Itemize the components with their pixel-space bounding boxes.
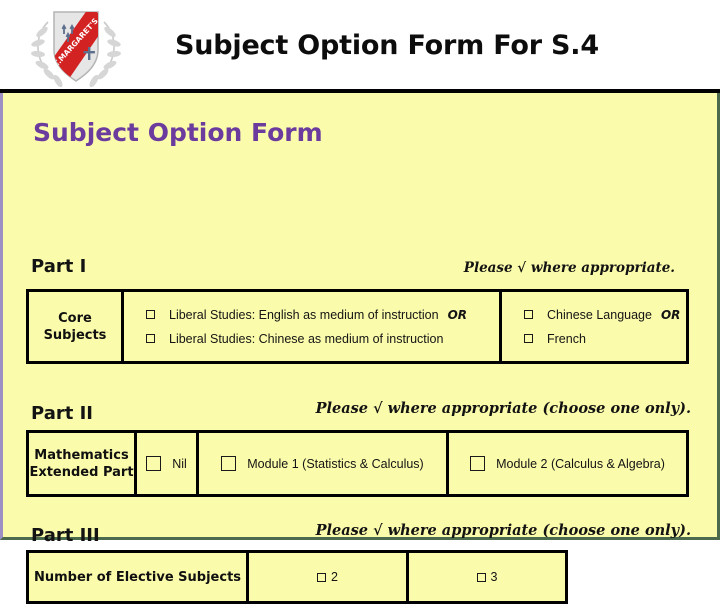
part-1-row-header-line1: Core bbox=[58, 310, 92, 326]
part-2-row-header-line1: Mathematics bbox=[34, 447, 129, 463]
option-math-ext-module-2[interactable]: Module 2 (Calculus & Algebra) bbox=[446, 433, 686, 494]
option-liberal-studies-english[interactable]: Liberal Studies: English as medium of in… bbox=[146, 308, 467, 322]
part-1-options-column-1: Liberal Studies: English as medium of in… bbox=[121, 292, 499, 361]
part-3-label: Part III bbox=[31, 525, 100, 546]
page-title: Subject Option Form For S.4 bbox=[175, 30, 599, 61]
checkbox-icon[interactable] bbox=[146, 334, 155, 343]
part-1-label: Part I bbox=[31, 256, 87, 277]
option-label: French bbox=[547, 331, 586, 346]
option-liberal-studies-chinese[interactable]: Liberal Studies: Chinese as medium of in… bbox=[146, 332, 443, 346]
option-math-ext-module-1[interactable]: Module 1 (Statistics & Calculus) bbox=[196, 433, 446, 494]
part-1-row-header: Core Subjects bbox=[29, 292, 121, 361]
checkbox-icon[interactable] bbox=[476, 572, 486, 582]
checkbox-icon[interactable] bbox=[317, 572, 327, 582]
part-2-label: Part II bbox=[31, 403, 93, 424]
part-2-hint: Please √ where appropriate (choose one o… bbox=[315, 400, 691, 417]
option-math-ext-nil[interactable]: Nil bbox=[134, 433, 196, 494]
option-label: Liberal Studies: Chinese as medium of in… bbox=[169, 331, 444, 346]
or-separator: OR bbox=[447, 307, 468, 322]
checkbox-icon[interactable] bbox=[470, 456, 486, 471]
option-label: Module 1 (Statistics & Calculus) bbox=[247, 456, 424, 471]
part-1-options-column-2: Chinese Language OR French bbox=[499, 292, 686, 361]
option-label: 3 bbox=[490, 570, 498, 584]
option-label: Chinese Language bbox=[547, 307, 652, 322]
option-label: Nil bbox=[172, 456, 187, 471]
part-3-row-header-label: Number of Elective Subjects bbox=[33, 569, 242, 585]
option-label: 2 bbox=[331, 570, 338, 584]
part-1-row-header-line2: Subjects bbox=[43, 327, 107, 343]
option-elective-count-2[interactable]: 2 bbox=[246, 553, 406, 601]
checkbox-icon[interactable] bbox=[221, 456, 237, 471]
option-label: Module 2 (Calculus & Algebra) bbox=[496, 456, 665, 471]
checkbox-icon[interactable] bbox=[146, 310, 155, 319]
option-chinese-language[interactable]: Chinese Language OR bbox=[524, 308, 680, 322]
part-1-table: Core Subjects Liberal Studies: English a… bbox=[26, 289, 689, 364]
checkbox-icon[interactable] bbox=[146, 456, 162, 471]
option-elective-count-3[interactable]: 3 bbox=[406, 553, 565, 601]
st-margarets-school-crest: ST.MARGARET'S bbox=[26, 2, 126, 90]
or-separator: OR bbox=[660, 307, 681, 322]
part-2-table: Mathematics Extended Part Nil Module 1 (… bbox=[26, 430, 689, 497]
form-title: Subject Option Form bbox=[33, 118, 323, 147]
part-2-row-header-line2: Extended Part bbox=[29, 464, 134, 480]
part-2-row-header: Mathematics Extended Part bbox=[29, 433, 134, 494]
slide-header: ST.MARGARET'S Subject Option Form For S.… bbox=[0, 0, 720, 93]
part-3-row-header: Number of Elective Subjects bbox=[29, 553, 246, 601]
checkbox-icon[interactable] bbox=[524, 334, 533, 343]
part-3-hint: Please √ where appropriate (choose one o… bbox=[315, 522, 691, 539]
part-3-table: Number of Elective Subjects 2 3 bbox=[26, 550, 568, 604]
option-french[interactable]: French bbox=[524, 332, 586, 346]
part-1-hint: Please √ where appropriate. bbox=[463, 260, 675, 276]
option-label: Liberal Studies: English as medium of in… bbox=[169, 307, 439, 322]
form-panel: Subject Option Form Part I Please √ wher… bbox=[0, 93, 720, 604]
checkbox-icon[interactable] bbox=[524, 310, 533, 319]
